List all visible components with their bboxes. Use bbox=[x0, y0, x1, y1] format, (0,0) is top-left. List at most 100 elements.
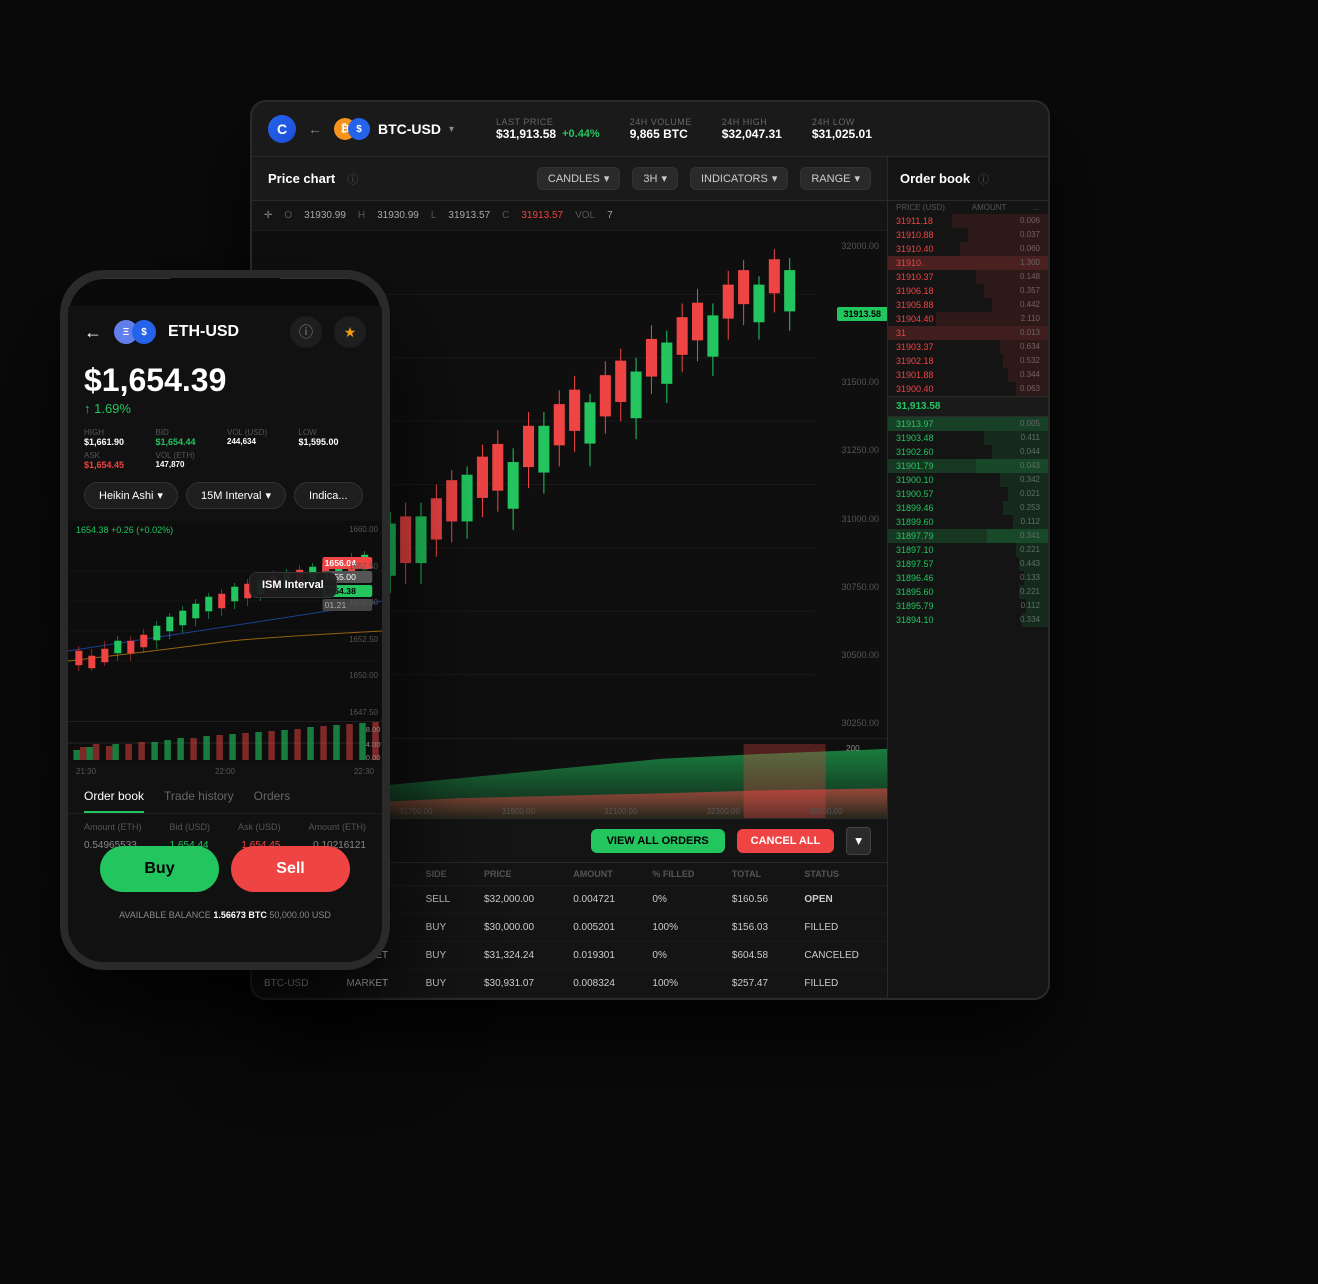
ob-buy-row: 31897.570.443 bbox=[888, 557, 1048, 571]
desktop-topbar: C ← ₿ $ BTC-USD ▾ LAST PRICE $31,913.58 … bbox=[252, 102, 1048, 157]
orderbook-sidebar: Order book ⓘ PRICE (USD)AMOUNT... 31911.… bbox=[888, 157, 1048, 998]
mobile-chart-canvas: 1654.38 +0.26 (+0.02%) bbox=[68, 521, 382, 721]
mobile-usd-icon: $ bbox=[132, 320, 156, 344]
chart-info-icon: ⓘ bbox=[347, 171, 358, 187]
ob-sell-row: 31904.402.110 bbox=[888, 312, 1048, 326]
view-all-orders-button[interactable]: VIEW ALL ORDERS bbox=[591, 829, 725, 853]
mobile-vol-eth-stat: VOL (ETH) 147,870 bbox=[156, 451, 224, 470]
mobile-action-buttons: Buy Sell bbox=[84, 834, 366, 904]
mobile-indicators-button[interactable]: Indica... bbox=[294, 482, 363, 509]
mobile-notch bbox=[170, 278, 280, 306]
svg-text:8.00: 8.00 bbox=[366, 725, 381, 734]
ob-buy-row: 31900.570.021 bbox=[888, 487, 1048, 501]
ob-buy-row-highlight3: 31897.790.341 bbox=[888, 529, 1048, 543]
mobile-volume-chart: 8.00 4.00 0.00 bbox=[68, 721, 382, 761]
low-stat: 24H LOW $31,025.01 bbox=[812, 117, 872, 141]
mobile-price-section: $1,654.39 ↑ 1.69% bbox=[68, 358, 382, 428]
svg-text:0.00: 0.00 bbox=[366, 753, 381, 762]
ob-buy-row: 31895.790.112 bbox=[888, 599, 1048, 613]
mobile-ohlc-display: 1654.38 +0.26 (+0.02%) bbox=[76, 525, 173, 535]
mobile-balance: AVAILABLE BALANCE 1.56673 BTC 50,000.00 … bbox=[84, 904, 366, 926]
mobile-tabs: Order book Trade history Orders bbox=[68, 781, 382, 814]
mobile-ob-header: Amount (ETH) Bid (USD) Ask (USD) Amount … bbox=[84, 822, 366, 832]
orderbook-spread: 31,913.58 bbox=[888, 396, 1048, 417]
desktop-pair-name[interactable]: BTC-USD bbox=[378, 121, 441, 137]
svg-text:01.21: 01.21 bbox=[325, 600, 347, 610]
ob-buy-row: 31895.600.221 bbox=[888, 585, 1048, 599]
mobile-action-area: Buy Sell AVAILABLE BALANCE 1.56673 BTC 5… bbox=[68, 834, 382, 926]
ob-buy-row: 31897.100.221 bbox=[888, 543, 1048, 557]
mobile-time-labels: 21:30 22:00 22:30 bbox=[68, 761, 382, 781]
mobile-price: $1,654.39 bbox=[84, 362, 366, 399]
mobile-interval-button[interactable]: 15M Interval ▾ bbox=[186, 482, 286, 509]
mobile-phone: ← Ξ $ ETH-USD ⓘ ★ $1,654.39 ↑ 1.69% HIGH… bbox=[60, 270, 390, 970]
mobile-pair-icons: Ξ $ bbox=[114, 320, 156, 344]
mobile-high-stat: HIGH $1,661.90 bbox=[84, 428, 152, 447]
orderbook-sell-rows: PRICE (USD)AMOUNT... 31911.180.006 31910… bbox=[888, 201, 1048, 998]
ob-sell-row: 31910.400.060 bbox=[888, 242, 1048, 256]
ob-sell-row: 31910.880.037 bbox=[888, 228, 1048, 242]
interval-3h-button[interactable]: 3H ▾ bbox=[632, 167, 678, 190]
candles-button[interactable]: CANDLES ▾ bbox=[537, 167, 621, 190]
last-price-stat: LAST PRICE $31,913.58 +0.44% bbox=[496, 117, 600, 141]
back-arrow[interactable]: ← bbox=[308, 121, 322, 137]
ob-sell-row: 31902.180.532 bbox=[888, 354, 1048, 368]
volume-stat: 24H VOLUME 9,865 BTC bbox=[630, 117, 692, 141]
ob-buy-row: 31899.600.112 bbox=[888, 515, 1048, 529]
ob-sell-row: 31903.370.634 bbox=[888, 340, 1048, 354]
mobile-pair-name[interactable]: ETH-USD bbox=[168, 323, 239, 341]
pair-chevron-icon: ▾ bbox=[449, 124, 454, 135]
ob-sell-row: 31900.400.063 bbox=[888, 382, 1048, 396]
ob-buy-row: 31903.480.411 bbox=[888, 431, 1048, 445]
mobile-price-labels: 1660.00 1657.50 1655.00 1652.50 1650.00 … bbox=[349, 521, 378, 721]
ob-sell-row: 31910.370.148 bbox=[888, 270, 1048, 284]
orderbook-info-icon: ⓘ bbox=[978, 171, 989, 187]
ob-buy-row: 31902.600.044 bbox=[888, 445, 1048, 459]
current-price-badge: 31913.58 bbox=[837, 307, 887, 321]
mobile-info-button[interactable]: ⓘ bbox=[290, 316, 322, 348]
mobile-header: ← Ξ $ ETH-USD ⓘ ★ bbox=[68, 306, 382, 358]
ob-buy-row-highlight: 31913.970.005 bbox=[888, 417, 1048, 431]
mobile-low-stat: LOW $1,595.00 bbox=[299, 428, 367, 447]
ob-buy-row: 31896.460.133 bbox=[888, 571, 1048, 585]
mobile-back-button[interactable]: ← bbox=[84, 322, 102, 343]
mobile-chart-controls: Heikin Ashi ▾ 15M Interval ▾ Indica... bbox=[68, 482, 382, 521]
usd-icon: $ bbox=[348, 118, 370, 140]
tab-order-book[interactable]: Order book bbox=[84, 781, 144, 813]
ob-buy-row: 31900.100.342 bbox=[888, 473, 1048, 487]
ob-sell-row-highlight: 31910.1.300 bbox=[888, 256, 1048, 270]
market-stats: LAST PRICE $31,913.58 +0.44% 24H VOLUME … bbox=[496, 117, 872, 141]
ob-buy-row: 31894.100.334 bbox=[888, 613, 1048, 627]
mobile-buy-button[interactable]: Buy bbox=[100, 846, 219, 892]
svg-text:200: 200 bbox=[846, 744, 860, 753]
desktop-logo: C bbox=[268, 115, 296, 143]
chart-toolbar: Price chart ⓘ CANDLES ▾ 3H ▾ INDICATORS … bbox=[252, 157, 887, 201]
ohlc-bar: ✛ O 31930.99 H 31930.99 L 31913.57 C 319… bbox=[252, 201, 887, 231]
mobile-screen: ← Ξ $ ETH-USD ⓘ ★ $1,654.39 ↑ 1.69% HIGH… bbox=[68, 306, 382, 970]
orderbook-title-bar: Order book ⓘ bbox=[888, 157, 1048, 201]
mobile-ask-stat: ASK $1,654.45 bbox=[84, 451, 152, 470]
cancel-all-button[interactable]: CANCEL ALL bbox=[737, 829, 835, 853]
orders-dropdown-button[interactable]: ▾ bbox=[846, 827, 871, 855]
table-row: BTC-USD MARKET BUY $30,931.07 0.008324 1… bbox=[252, 970, 887, 998]
high-stat: 24H HIGH $32,047.31 bbox=[722, 117, 782, 141]
ob-sell-row: 31906.180.357 bbox=[888, 284, 1048, 298]
pair-info: ₿ $ BTC-USD ▾ bbox=[334, 118, 454, 140]
ob-sell-row: 31901.880.344 bbox=[888, 368, 1048, 382]
ob-buy-row: 31899.460.253 bbox=[888, 501, 1048, 515]
tab-orders[interactable]: Orders bbox=[254, 781, 291, 813]
mobile-price-change: ↑ 1.69% bbox=[84, 401, 366, 416]
mobile-bid-stat: BID $1,654.44 bbox=[156, 428, 224, 447]
mobile-sell-button[interactable]: Sell bbox=[231, 846, 350, 892]
range-button[interactable]: RANGE ▾ bbox=[800, 167, 871, 190]
ob-sell-row: 31911.180.006 bbox=[888, 214, 1048, 228]
mobile-vol-usd-stat: VOL (USD) 244,634 bbox=[227, 428, 295, 447]
tab-trade-history[interactable]: Trade history bbox=[164, 781, 234, 813]
mobile-chart-type-button[interactable]: Heikin Ashi ▾ bbox=[84, 482, 178, 509]
mobile-stats-grid: HIGH $1,661.90 BID $1,654.44 VOL (USD) 2… bbox=[68, 428, 382, 482]
ob-buy-row-highlight2: 31901.790.043 bbox=[888, 459, 1048, 473]
mobile-favorite-button[interactable]: ★ bbox=[334, 316, 366, 348]
ob-sell-row: 31905.880.442 bbox=[888, 298, 1048, 312]
ob-sell-row-highlight2: 310.013 bbox=[888, 326, 1048, 340]
indicators-button[interactable]: INDICATORS ▾ bbox=[690, 167, 788, 190]
